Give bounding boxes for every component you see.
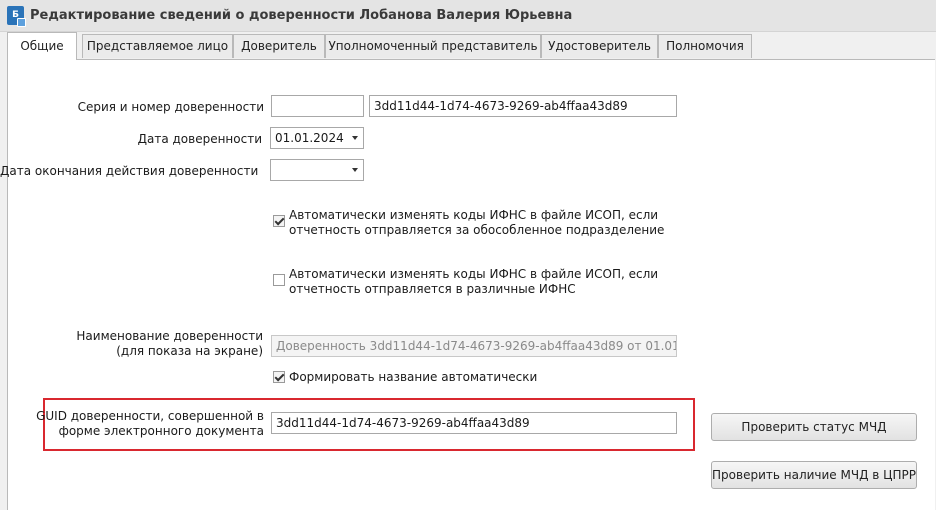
check-status-button[interactable]: Проверить статус МЧД (711, 413, 917, 441)
tab-powers[interactable]: Полномочия (658, 34, 752, 58)
guid-label-line1: GUID доверенности, совершенной в (36, 409, 264, 423)
end-date-picker[interactable] (270, 159, 364, 181)
date-label: Дата доверенности (137, 132, 262, 146)
proxy-name-label-line2: (для показа на экране) (116, 344, 263, 358)
end-date-label: Дата окончания действия доверенности (0, 164, 259, 178)
series-input[interactable] (271, 95, 364, 117)
number-input[interactable]: 3dd11d44-1d74-4673-9269-ab4ffaa43d89 (369, 95, 677, 117)
auto-name-checkbox[interactable] (273, 371, 285, 383)
chevron-down-icon (352, 168, 358, 172)
auto-ifns-various-line2: отчетность отправляется в различные ИФНС (289, 282, 576, 296)
tab-represented-person[interactable]: Представляемое лицо (82, 34, 233, 58)
guid-input[interactable]: 3dd11d44-1d74-4673-9269-ab4ffaa43d89 (271, 412, 677, 434)
series-number-label: Серия и номер доверенности (77, 100, 264, 114)
tab-principal[interactable]: Доверитель (233, 34, 325, 58)
tab-general[interactable]: Общие (7, 32, 77, 60)
window-title: Редактирование сведений о доверенности Л… (30, 8, 573, 23)
guid-label: GUID доверенности, совершенной в форме э… (0, 409, 264, 439)
proxy-name-field: Доверенность 3dd11d44-1d74-4673-9269-ab4… (271, 335, 677, 357)
tab-authorized-representative[interactable]: Уполномоченный представитель (325, 34, 541, 58)
auto-ifns-various-label: Автоматически изменять коды ИФНС в файле… (289, 267, 658, 297)
date-value: 01.01.2024 (275, 131, 344, 145)
auto-ifns-separate-line1: Автоматически изменять коды ИФНС в файле… (289, 208, 659, 222)
proxy-name-label: Наименование доверенности (для показа на… (0, 329, 263, 359)
auto-ifns-separate-label: Автоматически изменять коды ИФНС в файле… (289, 208, 664, 238)
auto-ifns-various-line1: Автоматически изменять коды ИФНС в файле… (289, 267, 659, 281)
proxy-name-label-line1: Наименование доверенности (76, 329, 263, 343)
guid-label-line2: форме электронного документа (58, 424, 264, 438)
auto-ifns-various-checkbox[interactable] (273, 274, 285, 286)
chevron-down-icon (352, 136, 358, 140)
auto-name-label: Формировать название автоматически (289, 370, 538, 384)
auto-ifns-separate-line2: отчетность отправляется за обособленное … (289, 223, 665, 237)
date-picker[interactable]: 01.01.2024 (270, 127, 364, 149)
document-app-icon: Б (7, 6, 26, 27)
auto-ifns-separate-checkbox[interactable] (273, 215, 285, 227)
check-presence-button[interactable]: Проверить наличие МЧД в ЦПРР (711, 461, 917, 489)
tab-certifier[interactable]: Удостоверитель (541, 34, 658, 58)
